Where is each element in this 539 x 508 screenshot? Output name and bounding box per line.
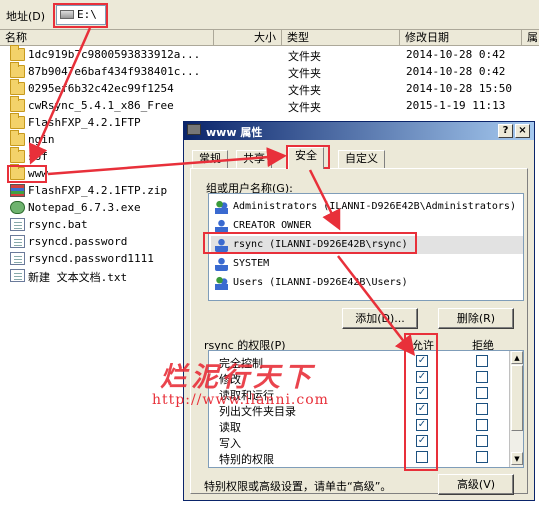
user-row[interactable]: Users (ILANNI-D926E42B\Users) (211, 274, 523, 292)
user-name: Administrators (ILANNI-D926E42B\Administ… (233, 201, 516, 212)
user-icon (215, 257, 228, 271)
file-name: Notepad_6.7.3.exe (28, 201, 141, 214)
group-icon (215, 200, 228, 214)
file-name: rsyncd.password (28, 235, 128, 248)
file-name: sof (28, 150, 48, 163)
file-name: cwRsync_5.4.1_x86_Free (28, 99, 174, 112)
folder-icon (10, 147, 25, 163)
zip-icon (10, 184, 25, 197)
user-row[interactable]: SYSTEM (211, 255, 523, 273)
permission-row: 特别的权限 (209, 450, 509, 466)
highlight-allow-column (404, 333, 438, 471)
deny-checkbox[interactable] (476, 355, 488, 367)
column-type[interactable]: 类型 (282, 30, 400, 46)
text-file-icon (10, 252, 25, 265)
deny-checkbox[interactable] (476, 371, 488, 383)
highlight-www-folder (7, 165, 47, 183)
properties-dialog: www 属性 ? × 常规 共享 安全 自定义 组或用户名称(G): Admin… (183, 121, 535, 501)
folder-icon (10, 113, 25, 129)
file-row[interactable]: 1dc919b7c9800593833912a... 文件夹 2014-10-28 … (0, 45, 539, 64)
file-name: 87b9047e6baf434f938401c... (28, 65, 201, 78)
permission-name: 特别的权限 (219, 453, 274, 466)
permission-row: 读取 ✓ (209, 418, 509, 434)
scroll-thumb[interactable] (511, 365, 523, 431)
file-name: 新建 文本文档.txt (28, 271, 128, 284)
watermark-text: 烂泥行天下 (160, 362, 315, 393)
remove-button[interactable]: 删除(R) (438, 308, 514, 329)
tab-sharing[interactable]: 共享 (236, 150, 272, 168)
file-name: 1dc919b7c9800593833912a... (28, 48, 201, 61)
column-size[interactable]: 大小 (214, 30, 282, 46)
address-label: 地址(D) (6, 10, 46, 23)
folder-icon (10, 79, 25, 95)
highlight-address (53, 3, 108, 28)
file-name: ngin (28, 133, 55, 146)
permission-row: 写入 ✓ (209, 434, 509, 450)
file-name: 0295ef6b32c42ec99f1254 (28, 82, 174, 95)
file-row[interactable]: cwRsync_5.4.1_x86_Free 文件夹 2015-1-19 11:13 (0, 96, 539, 115)
permission-scrollbar[interactable]: ▲ ▼ (509, 351, 523, 467)
column-name[interactable]: 名称 (0, 30, 214, 46)
deny-checkbox[interactable] (476, 419, 488, 431)
tab-security[interactable]: 安全 (288, 147, 324, 169)
deny-checkbox[interactable] (476, 387, 488, 399)
user-icon (215, 219, 228, 233)
file-type: 文件夹 (288, 67, 321, 80)
permission-name: 读取 (219, 421, 241, 434)
user-name: CREATOR OWNER (233, 220, 312, 231)
file-type: 文件夹 (288, 101, 321, 114)
text-file-icon (10, 235, 25, 248)
scroll-down-icon[interactable]: ▼ (511, 452, 523, 465)
file-row[interactable]: 0295ef6b32c42ec99f1254 文件夹 2014-10-28 15:5… (0, 79, 539, 98)
column-header-row: 名称 大小 类型 修改日期 属 (0, 30, 539, 46)
user-name: SYSTEM (233, 258, 270, 269)
advanced-hint: 特别权限或高级设置，请单击“高级”。 (204, 480, 392, 493)
folder-icon (10, 96, 25, 112)
file-date: 2014-10-28 0:42 (406, 48, 506, 61)
deny-checkbox[interactable] (476, 451, 488, 463)
file-name: FlashFXP_4.2.1FTP.zip (28, 184, 168, 197)
column-attr[interactable]: 属 (522, 30, 539, 46)
file-type: 文件夹 (288, 84, 321, 97)
tab-general[interactable]: 常规 (192, 150, 228, 168)
highlight-rsync-user (203, 232, 417, 254)
dialog-titlebar: www 属性 ? × (184, 122, 534, 140)
file-row[interactable]: 87b9047e6baf434f938401c... 文件夹 2014-10-28 … (0, 62, 539, 81)
file-type: 文件夹 (288, 50, 321, 63)
deny-checkbox[interactable] (476, 435, 488, 447)
deny-checkbox[interactable] (476, 403, 488, 415)
column-modified[interactable]: 修改日期 (400, 30, 522, 46)
watermark-url: http://www.ilanni.com (152, 392, 329, 408)
file-date: 2015-1-19 11:13 (406, 99, 506, 112)
file-name: rsync.bat (28, 218, 88, 231)
group-icon (215, 276, 228, 290)
permission-name: 写入 (219, 437, 241, 450)
file-name: rsyncd.password1111 (28, 252, 154, 265)
dialog-title: www 属性 (206, 126, 263, 139)
close-button[interactable]: × (515, 124, 530, 138)
file-name: FlashFXP_4.2.1FTP (28, 116, 141, 129)
folder-drive-icon (187, 124, 201, 135)
add-button[interactable]: 添加(D)... (342, 308, 418, 329)
text-file-icon (10, 269, 25, 282)
advanced-button[interactable]: 高级(V) (438, 474, 514, 495)
user-name: Users (ILANNI-D926E42B\Users) (233, 277, 408, 288)
folder-icon (10, 45, 25, 61)
exe-icon (10, 201, 25, 214)
folder-icon (10, 62, 25, 78)
file-date: 2014-10-28 15:50 (406, 82, 512, 95)
tab-customize[interactable]: 自定义 (338, 150, 385, 168)
user-row[interactable]: Administrators (ILANNI-D926E42B\Administ… (211, 198, 523, 216)
file-date: 2014-10-28 0:42 (406, 65, 506, 78)
help-button[interactable]: ? (498, 124, 513, 138)
text-file-icon (10, 218, 25, 231)
scroll-up-icon[interactable]: ▲ (511, 351, 523, 364)
folder-icon (10, 130, 25, 146)
